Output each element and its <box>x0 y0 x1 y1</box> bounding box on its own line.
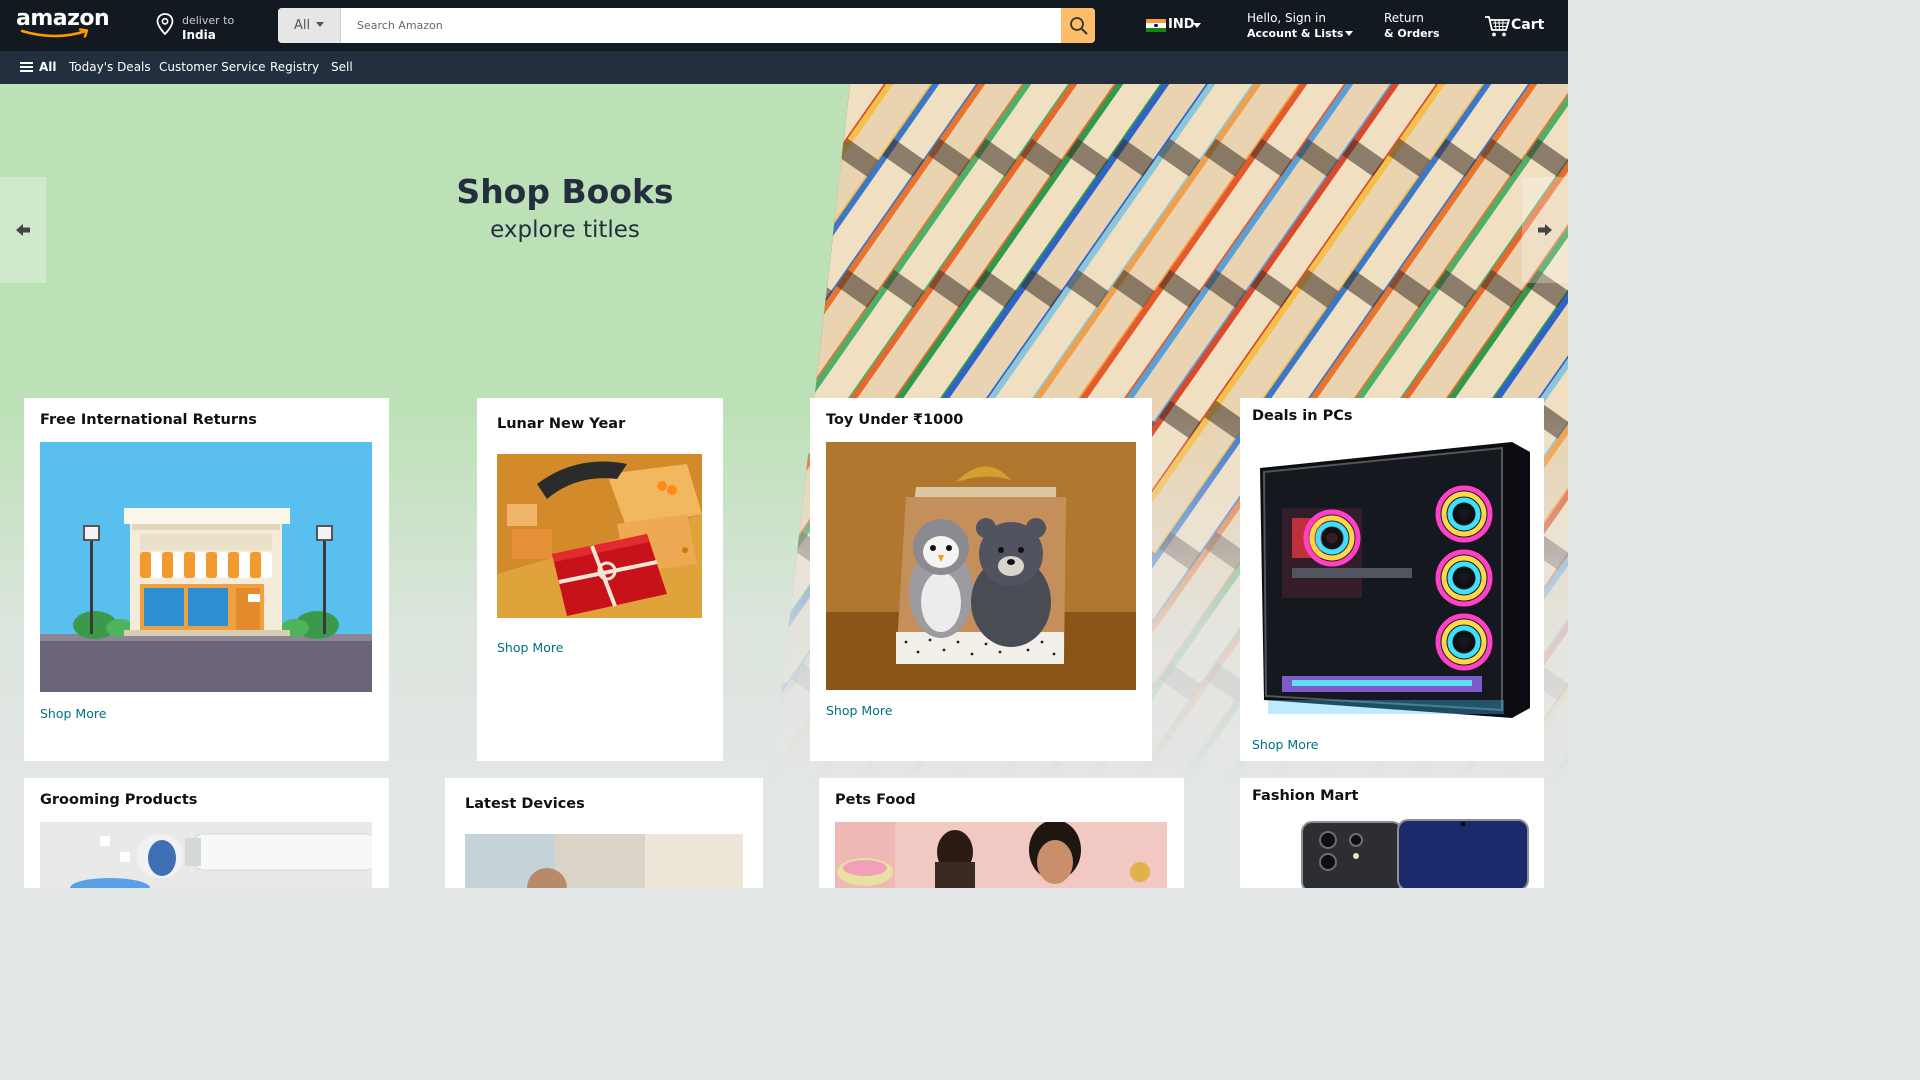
card-title: Pets Food <box>835 792 916 808</box>
card-title: Lunar New Year <box>497 416 626 432</box>
search-category-dropdown[interactable]: All <box>278 8 341 43</box>
shop-more-link[interactable]: Shop More <box>1252 737 1318 752</box>
india-flag-icon <box>1146 19 1166 32</box>
search-category-label: All <box>294 18 311 33</box>
grooming-products-image[interactable] <box>40 822 372 888</box>
fashion-mart-image[interactable] <box>1252 818 1532 888</box>
search-input[interactable] <box>341 8 1061 43</box>
chevron-down-icon <box>1345 31 1354 36</box>
location-pin-icon <box>156 13 174 35</box>
card-title: Latest Devices <box>465 796 585 812</box>
search-icon <box>1069 17 1087 35</box>
nav-customer-service[interactable]: Customer Service <box>159 60 265 74</box>
card-grooming-products: Grooming Products <box>24 778 389 888</box>
deliver-country: India <box>182 28 216 42</box>
card-title: Grooming Products <box>40 792 198 808</box>
returns-label: Return <box>1384 11 1424 25</box>
sign-in-greeting: Hello, Sign in <box>1247 11 1326 25</box>
deliver-to-label: deliver to <box>182 14 235 27</box>
shop-more-link[interactable]: Shop More <box>497 640 563 655</box>
card-pets-food: Pets Food <box>819 778 1184 888</box>
carousel-prev-button[interactable] <box>0 177 46 283</box>
search-bar: All <box>278 8 1095 43</box>
card-toy-under-1000: Toy Under ₹1000 Shop More <box>810 398 1152 761</box>
card-title: Fashion Mart <box>1252 788 1359 804</box>
card-fashion-mart: Fashion Mart <box>1240 778 1544 888</box>
chevron-down-icon <box>1193 23 1201 28</box>
amazon-smile-icon <box>20 28 89 38</box>
card-title: Deals in PCs <box>1252 408 1353 424</box>
chevron-down-icon <box>316 22 325 27</box>
orders-label: & Orders <box>1384 27 1440 40</box>
arrow-left-icon <box>16 224 30 236</box>
top-nav-bar: amazon deliver to India All IND Hello, S… <box>0 0 1568 51</box>
arrow-right-icon <box>1538 224 1552 236</box>
returns-and-orders[interactable]: Return & Orders <box>1384 11 1464 43</box>
hamburger-icon[interactable] <box>20 62 33 72</box>
card-title: Free International Returns <box>40 412 257 428</box>
pets-food-image[interactable] <box>835 822 1167 888</box>
card-title: Toy Under ₹1000 <box>826 412 964 428</box>
search-button[interactable] <box>1061 8 1095 43</box>
card-free-international-returns: Free International Returns Shop More <box>24 398 389 761</box>
amazon-logo[interactable]: amazon <box>14 6 110 40</box>
plush-toys-image[interactable] <box>826 442 1136 690</box>
hero-title: Shop Books <box>456 172 674 211</box>
shop-more-link[interactable]: Shop More <box>40 706 106 721</box>
card-deals-in-pcs: Deals in PCs Shop More <box>1240 398 1544 761</box>
cart-label: Cart <box>1511 17 1545 33</box>
secondary-nav-bar: All Today's Deals Customer Service Regis… <box>0 51 1568 84</box>
card-lunar-new-year: Lunar New Year Shop More <box>477 398 723 761</box>
gaming-pc-image[interactable] <box>1252 438 1532 723</box>
carousel-next-button[interactable] <box>1522 177 1568 283</box>
deliver-to-location[interactable]: deliver to India <box>156 12 266 42</box>
nav-sell[interactable]: Sell <box>331 60 353 74</box>
storefront-image[interactable] <box>40 442 372 692</box>
cart-icon <box>1485 16 1510 37</box>
account-lists-label: Account & Lists <box>1247 27 1344 40</box>
nav-registry[interactable]: Registry <box>270 60 319 74</box>
latest-devices-image[interactable] <box>465 834 743 888</box>
account-and-lists[interactable]: Hello, Sign in Account & Lists <box>1247 11 1357 43</box>
card-latest-devices: Latest Devices <box>445 778 763 888</box>
nav-todays-deals[interactable]: Today's Deals <box>69 60 151 74</box>
hero-subtitle: explore titles <box>490 217 640 243</box>
cart-button[interactable]: Cart <box>1484 14 1554 40</box>
language-code: IND <box>1168 17 1195 32</box>
all-menu-button[interactable]: All <box>39 60 57 74</box>
shop-more-link[interactable]: Shop More <box>826 703 892 718</box>
lunar-gifts-image[interactable] <box>497 454 702 618</box>
